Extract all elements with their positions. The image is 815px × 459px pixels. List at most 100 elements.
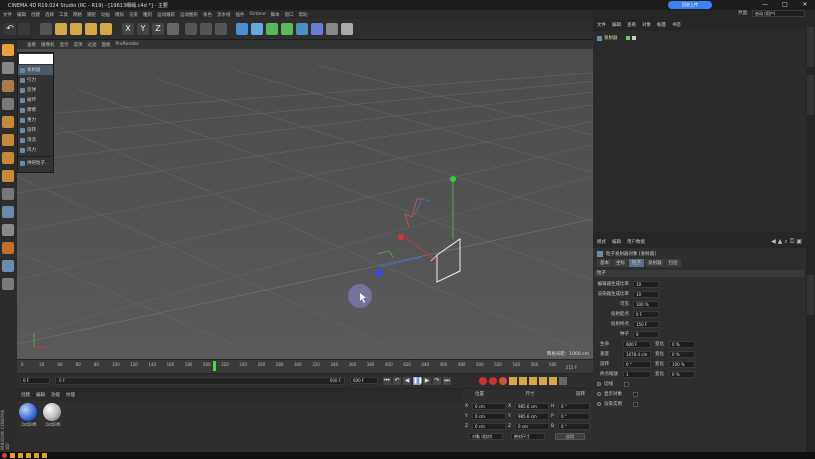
radio-icon[interactable] — [597, 402, 601, 406]
viewport[interactable]: 网格间距：1000 cm — [17, 49, 593, 359]
brush-icon[interactable] — [2, 242, 14, 254]
rotation-field[interactable]: 0 ° — [558, 402, 590, 410]
viewport-menu-item[interactable]: 摄像机 — [41, 42, 55, 48]
radio-icon[interactable] — [597, 392, 601, 396]
side-tab-attributes[interactable] — [807, 275, 814, 315]
rotation-field[interactable]: 0 ° — [558, 412, 590, 420]
viewport-menu-item[interactable]: 查看 — [27, 42, 36, 48]
attr-property-value[interactable]: 10 — [633, 290, 659, 298]
menu-item[interactable]: 动画 — [101, 12, 110, 18]
undo-icon[interactable]: ↶ — [4, 23, 16, 35]
menu-item[interactable]: 创建 — [31, 12, 40, 18]
menu-item[interactable]: 窗口 — [285, 12, 294, 18]
attr-property-value[interactable]: 600 F — [623, 340, 651, 348]
edges-mode-icon[interactable] — [2, 134, 14, 146]
menu-item[interactable]: Octane — [250, 12, 266, 17]
menu-item[interactable]: 编辑 — [17, 12, 26, 18]
render-view-icon[interactable] — [185, 23, 197, 35]
redo-icon[interactable] — [18, 23, 30, 35]
texture-mode-icon[interactable] — [2, 80, 14, 92]
dropdown-item[interactable]: 破坏 — [18, 95, 53, 105]
new-window-icon[interactable]: ▣ — [796, 238, 802, 246]
next-key-icon[interactable]: ↷ — [433, 377, 441, 385]
attr-property-value[interactable]: 0 ° — [623, 360, 651, 368]
z-axis-handle[interactable] — [375, 269, 383, 277]
layout-select[interactable]: 启动 (用户) — [752, 10, 805, 17]
attr-mode-tab[interactable]: 模式 — [597, 239, 606, 245]
viewport-menu-item[interactable]: 显示 — [60, 42, 69, 48]
taskbar-app-icon[interactable] — [26, 453, 31, 458]
prev-frame-icon[interactable]: ◀ — [403, 377, 411, 385]
attr-property-value[interactable]: 1 — [623, 370, 651, 378]
grid-icon[interactable] — [2, 278, 14, 290]
position-field[interactable]: 0 cm — [472, 402, 506, 410]
y-axis-icon[interactable]: Y — [137, 23, 149, 35]
scale-icon[interactable] — [70, 23, 82, 35]
attr-mode-tab[interactable]: 编辑 — [612, 239, 621, 245]
end-frame-field[interactable]: 600 F — [350, 377, 378, 384]
taskbar-app-icon[interactable] — [42, 453, 47, 458]
key-pla-icon[interactable] — [549, 377, 557, 385]
array-icon[interactable] — [281, 23, 293, 35]
material-tab[interactable]: 创建 — [21, 392, 30, 398]
start-frame-field[interactable]: 0 F — [20, 377, 50, 384]
select-icon[interactable] — [40, 23, 52, 35]
playhead-marker[interactable] — [213, 361, 216, 371]
taskbar-app-icon[interactable] — [18, 453, 23, 458]
radio-icon[interactable] — [597, 382, 601, 386]
search-icon[interactable]: ⌕ — [784, 238, 787, 246]
object-row[interactable]: 发射器 — [597, 33, 802, 43]
visibility-icon[interactable] — [625, 36, 630, 40]
dropdown-item[interactable]: 引力 — [18, 75, 53, 85]
subdivision-icon[interactable] — [266, 23, 278, 35]
attr-property-value[interactable]: 10 — [633, 280, 659, 288]
side-tab-objects[interactable] — [807, 27, 814, 67]
autokey-icon[interactable] — [489, 377, 497, 385]
checkbox[interactable] — [633, 391, 638, 397]
object-tab[interactable]: 编辑 — [612, 22, 621, 28]
make-editable-icon[interactable] — [2, 44, 14, 56]
cube-icon[interactable] — [236, 23, 248, 35]
material-swatch[interactable]: OctDiffi — [43, 403, 63, 427]
locked-workplane-icon[interactable] — [2, 206, 14, 218]
sculpt-icon[interactable] — [2, 260, 14, 272]
material-tab[interactable]: 纹理 — [66, 392, 75, 398]
dropdown-item[interactable]: 烘焙粒子... — [18, 158, 53, 168]
recent-tool-icon[interactable] — [100, 23, 112, 35]
attr-variation-value[interactable]: 0 % — [669, 340, 695, 348]
dropdown-item[interactable]: 风力 — [18, 145, 53, 155]
coordinate-system-icon[interactable] — [167, 23, 179, 35]
material-tab[interactable]: 功能 — [51, 392, 60, 398]
dropdown-item[interactable]: 反弹 — [18, 85, 53, 95]
apply-button[interactable]: 应用 — [555, 433, 585, 440]
key-scale-icon[interactable] — [519, 377, 527, 385]
attr-property-value[interactable]: 1478.4 cm — [623, 350, 651, 358]
viewport-menu-item[interactable]: 选项 — [74, 42, 83, 48]
taskbar-app-icon[interactable] — [34, 453, 39, 458]
minimize-button[interactable]: — — [760, 1, 770, 9]
attr-property-value[interactable]: 0 F — [633, 310, 659, 318]
menu-item[interactable]: 雕刻 — [143, 12, 152, 18]
frame-range-slider[interactable]: 0 F 600 F — [55, 377, 345, 385]
x-axis-handle[interactable] — [398, 234, 404, 240]
menu-item[interactable]: 运动跟踪 — [157, 12, 175, 18]
magnet-icon[interactable] — [2, 224, 14, 236]
attr-property-value[interactable]: 100 % — [633, 300, 659, 308]
timeline-window-icon[interactable] — [559, 377, 567, 385]
object-tab[interactable]: 文件 — [597, 22, 606, 28]
material-tab[interactable]: 编辑 — [36, 392, 45, 398]
key-rotation-icon[interactable] — [529, 377, 537, 385]
y-axis-handle[interactable] — [450, 176, 456, 182]
workplane-icon[interactable] — [2, 98, 14, 110]
attr-subtab[interactable]: 基本 — [597, 259, 612, 267]
menu-item[interactable]: 选择 — [45, 12, 54, 18]
scene-icon[interactable] — [311, 23, 323, 35]
key-param-icon[interactable] — [539, 377, 547, 385]
dropdown-search[interactable] — [19, 54, 53, 64]
dropdown-item[interactable]: 旋转 — [18, 125, 53, 135]
x-axis-icon[interactable]: X — [122, 23, 134, 35]
camera-icon[interactable] — [326, 23, 338, 35]
menu-item[interactable]: 捕捉 — [87, 12, 96, 18]
key-position-icon[interactable] — [509, 377, 517, 385]
attr-variation-value[interactable]: 0 % — [669, 370, 695, 378]
